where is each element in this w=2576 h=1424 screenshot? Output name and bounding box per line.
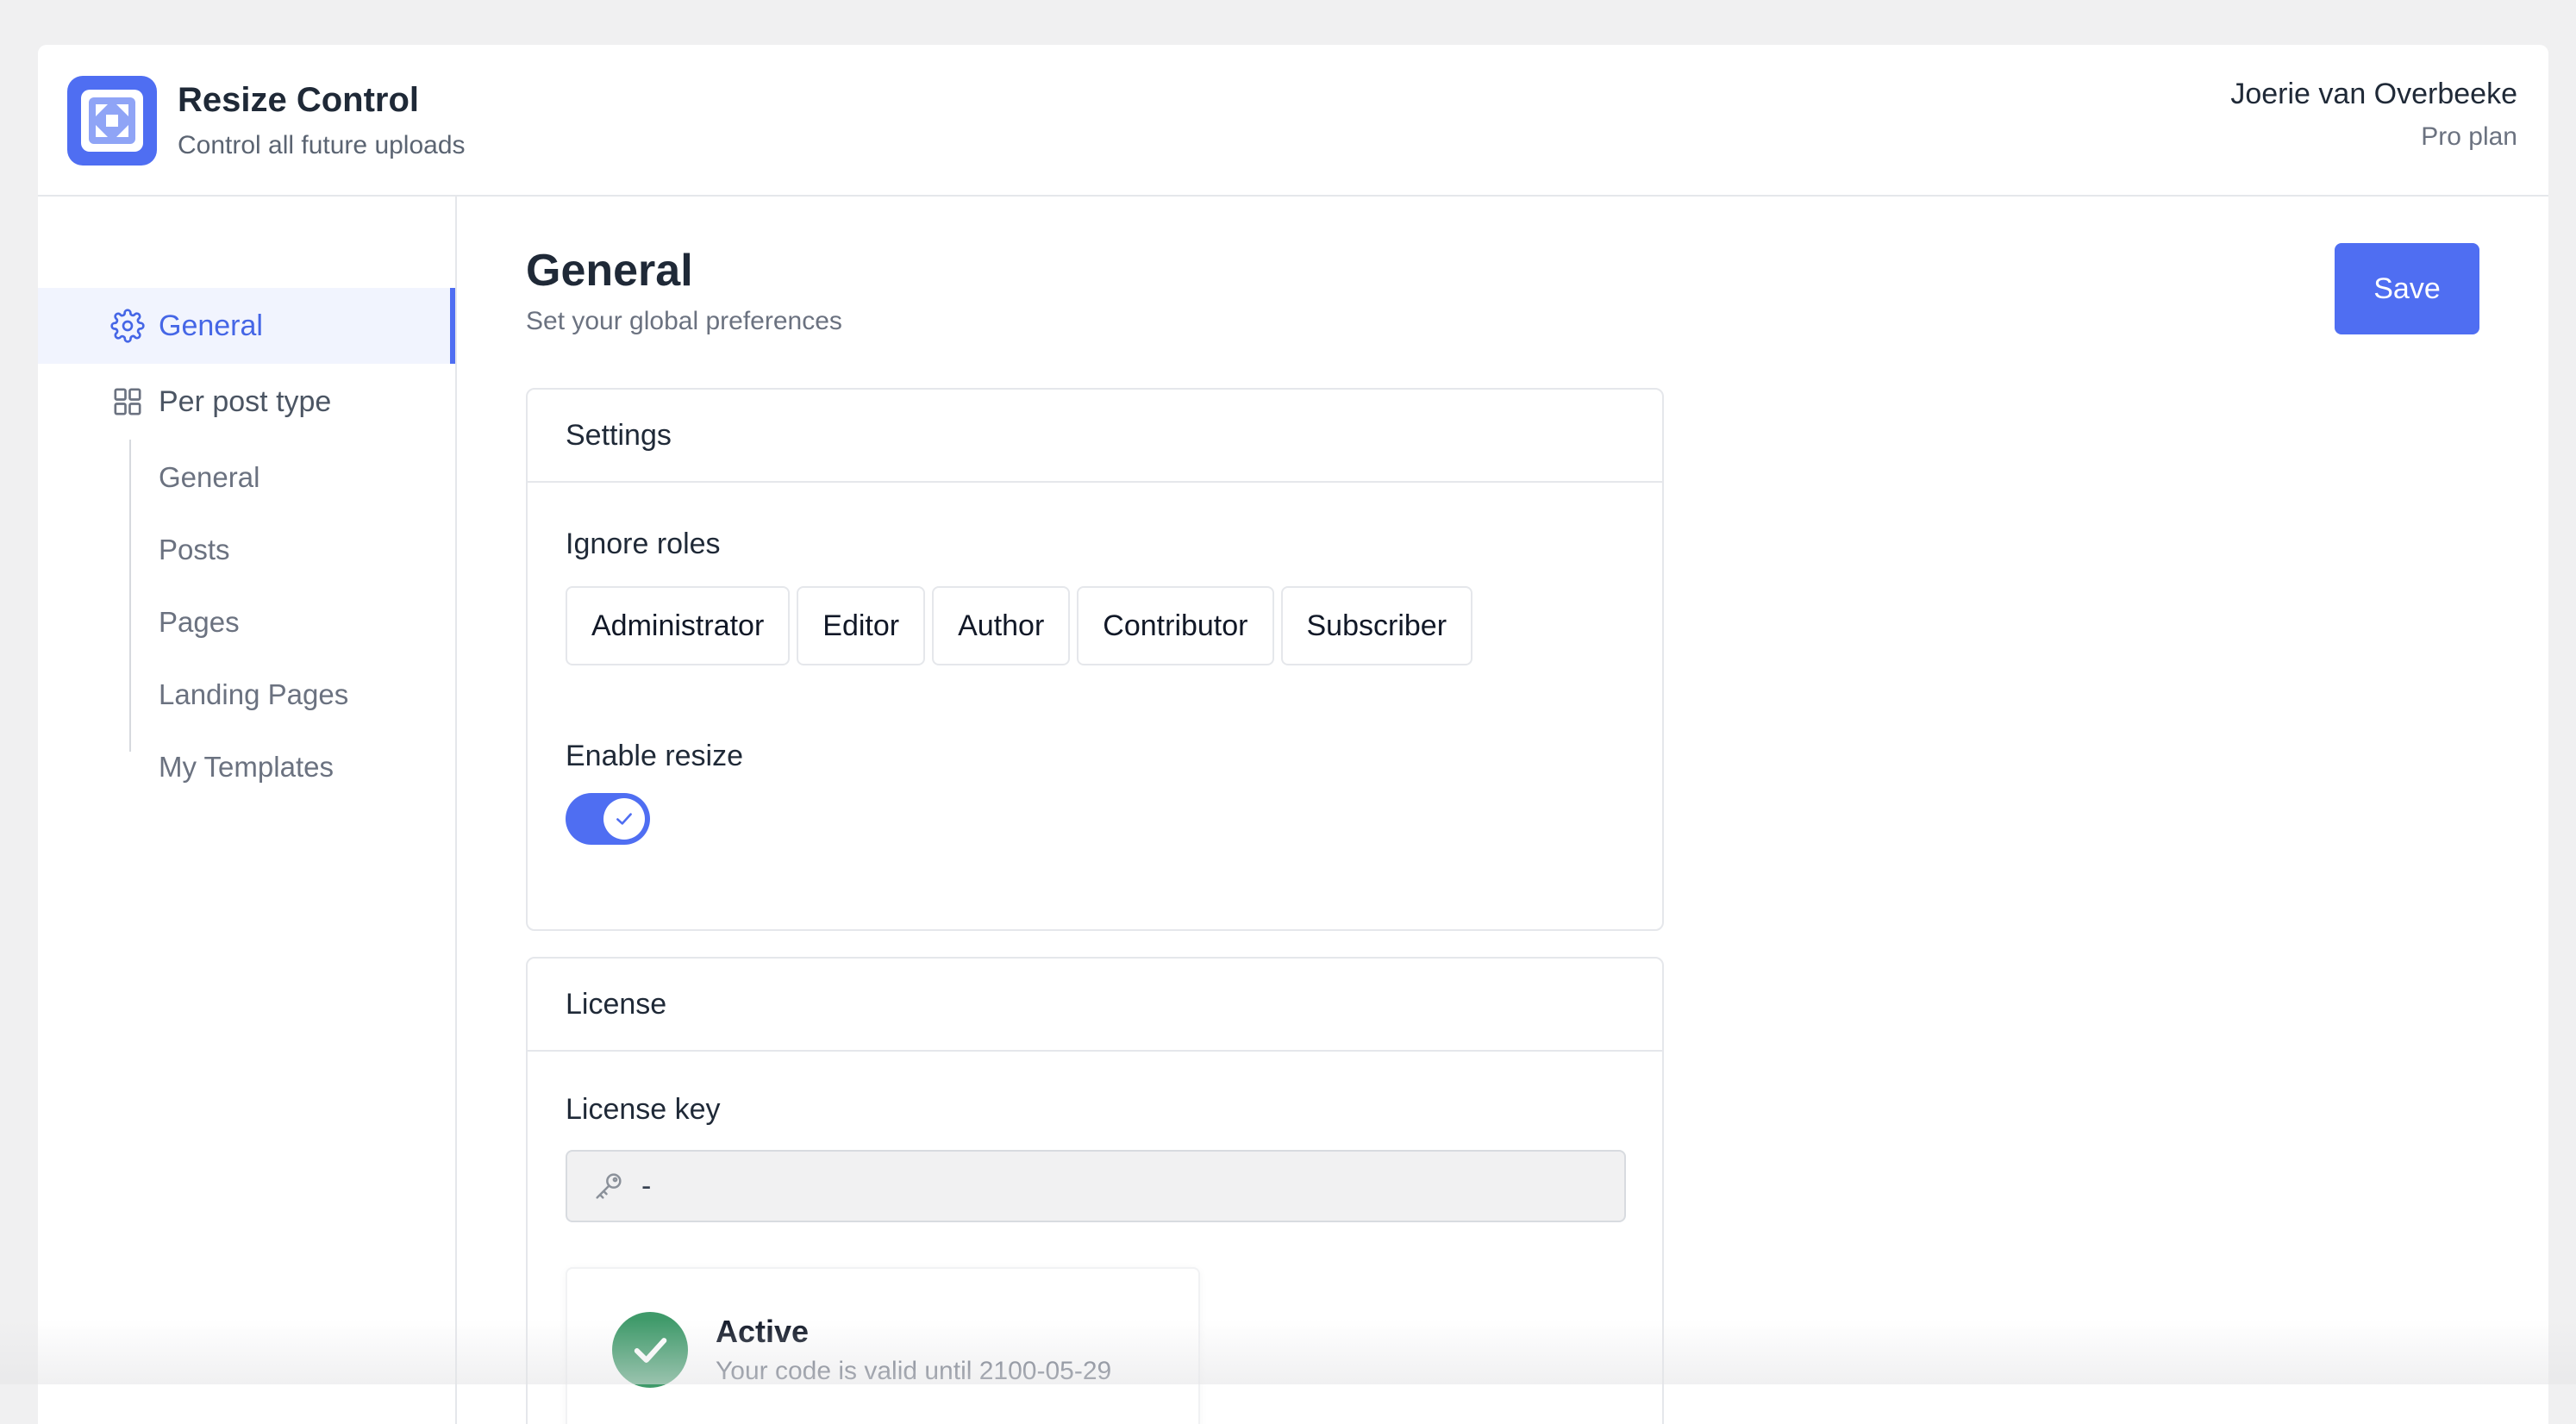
license-key-field[interactable] — [566, 1150, 1626, 1222]
tree-line — [129, 440, 131, 752]
app-subtitle: Control all future uploads — [178, 131, 466, 159]
sidebar-subitem-my-templates[interactable]: My Templates — [159, 741, 334, 793]
sidebar-subitem-pages[interactable]: Pages — [159, 596, 240, 648]
license-key-input[interactable] — [641, 1169, 1590, 1203]
license-card: License License key Active Your code is … — [526, 957, 1664, 1424]
app-window: Resize Control Control all future upload… — [38, 45, 2548, 1424]
role-button-contributor[interactable]: Contributor — [1077, 586, 1274, 665]
role-button-administrator[interactable]: Administrator — [566, 586, 791, 665]
toggle-knob — [603, 798, 645, 840]
status-text: Your code is valid until 2100-05-29 — [716, 1357, 1112, 1385]
role-button-editor[interactable]: Editor — [797, 586, 926, 665]
sidebar-item-general[interactable]: General — [38, 288, 455, 364]
sidebar-subitem-general[interactable]: General — [159, 452, 259, 503]
check-circle-icon — [612, 1312, 688, 1388]
status-title: Active — [716, 1314, 810, 1349]
settings-card: Settings Ignore roles Administrator Edit… — [526, 388, 1664, 931]
sidebar-item-label: Per post type — [159, 384, 332, 418]
enable-resize-toggle[interactable] — [566, 793, 650, 845]
user-plan: Pro plan — [2421, 122, 2517, 151]
check-icon — [616, 813, 632, 825]
sidebar-item-per-post-type[interactable]: Per post type — [38, 364, 455, 440]
page-title: General — [526, 246, 693, 296]
app-header: Resize Control Control all future upload… — [38, 45, 2548, 197]
sidebar: General Per post type General Posts Page… — [38, 197, 457, 1424]
page-subtitle: Set your global preferences — [526, 307, 842, 335]
ignore-roles-label: Ignore roles — [566, 528, 721, 560]
license-card-title: License — [528, 959, 1662, 1052]
license-key-label: License key — [566, 1093, 721, 1126]
user-name[interactable]: Joerie van Overbeeke — [2230, 78, 2517, 111]
role-button-author[interactable]: Author — [932, 586, 1071, 665]
sidebar-subitem-posts[interactable]: Posts — [159, 524, 230, 576]
key-icon — [591, 1169, 626, 1203]
resize-logo-icon — [67, 76, 157, 166]
sidebar-item-label: General — [159, 309, 263, 342]
grid-icon — [110, 384, 145, 419]
save-button[interactable]: Save — [2335, 243, 2479, 334]
gear-icon — [110, 309, 145, 343]
role-button-subscriber[interactable]: Subscriber — [1280, 586, 1473, 665]
license-status: Active Your code is valid until 2100-05-… — [566, 1267, 1200, 1424]
enable-resize-label: Enable resize — [566, 740, 744, 772]
settings-card-title: Settings — [528, 390, 1662, 483]
app-title: Resize Control — [178, 81, 420, 119]
ignore-roles-group: Administrator Editor Author Contributor … — [566, 586, 1473, 665]
sidebar-subitem-landing-pages[interactable]: Landing Pages — [159, 669, 348, 721]
